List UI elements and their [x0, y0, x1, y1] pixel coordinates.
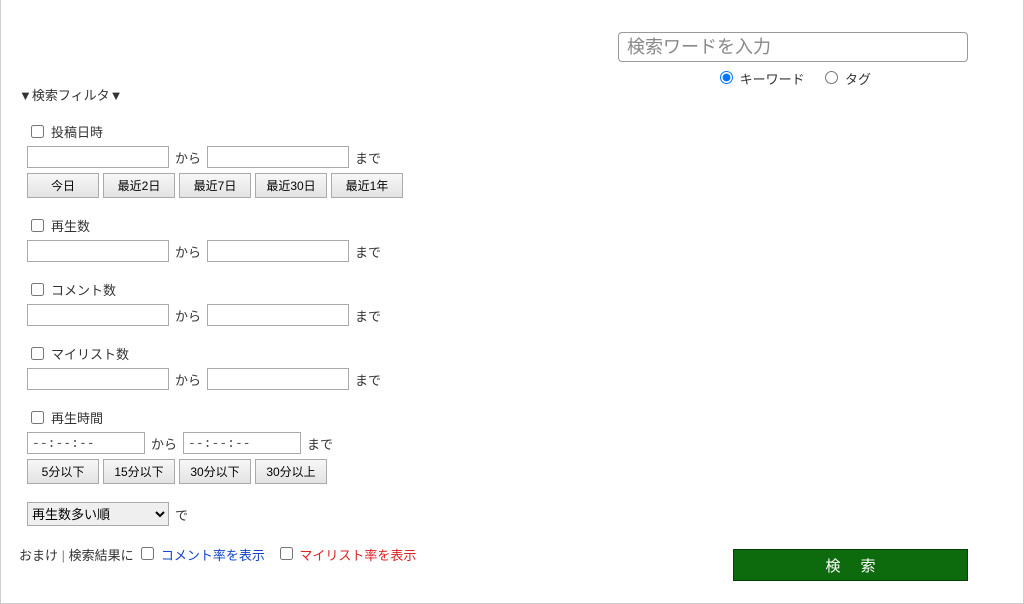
from-text: から: [151, 434, 177, 453]
sort-suffix: で: [175, 505, 188, 524]
quick-7days[interactable]: 最近7日: [179, 173, 251, 198]
duration-from[interactable]: [27, 432, 145, 454]
to-text: まで: [307, 434, 333, 453]
radio-tag-label[interactable]: タグ: [820, 72, 871, 87]
label-mylist-rate: マイリスト率を表示: [299, 548, 416, 563]
comments-from[interactable]: [27, 304, 169, 326]
quick-5min[interactable]: 5分以下: [27, 459, 99, 484]
group-comments: コメント数 から まで: [27, 280, 1005, 326]
sort-select[interactable]: 再生数多い順: [27, 502, 169, 526]
from-text: から: [175, 148, 201, 167]
quick-30plus[interactable]: 30分以上: [255, 459, 327, 484]
label-comment-rate: コメント率を表示: [161, 548, 265, 563]
chk-comments[interactable]: [31, 283, 44, 296]
chk-post-date[interactable]: [31, 125, 44, 138]
search-top: キーワード タグ: [618, 32, 968, 88]
quick-30min[interactable]: 30分以下: [179, 459, 251, 484]
radio-keyword-text: キーワード: [740, 72, 805, 87]
group-post-date: 投稿日時 から まで 今日 最近2日 最近7日 最近30日 最近1年: [27, 122, 1005, 198]
search-panel: キーワード タグ ▼検索フィルタ▼ 投稿日時 から まで 今日 最: [0, 0, 1024, 604]
filter-section: ▼検索フィルタ▼ 投稿日時 から まで 今日 最近2日 最近7日 最近30日 最…: [19, 85, 1005, 564]
quick-30days[interactable]: 最近30日: [255, 173, 327, 198]
group-duration: 再生時間 から まで 5分以下 15分以下 30分以下 30分以上: [27, 408, 1005, 484]
from-text: から: [175, 306, 201, 325]
to-text: まで: [355, 370, 381, 389]
duration-to[interactable]: [183, 432, 301, 454]
duration-quick-row: 5分以下 15分以下 30分以下 30分以上: [27, 459, 1005, 484]
from-text: から: [175, 242, 201, 261]
search-mode-row: キーワード タグ: [618, 68, 968, 88]
label-mylists: マイリスト数: [51, 344, 129, 363]
mylists-to[interactable]: [207, 368, 349, 390]
radio-tag-text: タグ: [845, 72, 871, 87]
post-date-from[interactable]: [27, 146, 169, 168]
chk-comment-rate[interactable]: [141, 547, 154, 560]
group-plays: 再生数 から まで: [27, 216, 1005, 262]
chk-duration[interactable]: [31, 411, 44, 424]
comments-to[interactable]: [207, 304, 349, 326]
extra-divider: |: [62, 548, 65, 563]
label-comments: コメント数: [51, 280, 116, 299]
group-sort: 再生数多い順 で: [27, 502, 1005, 526]
label-plays: 再生数: [51, 216, 90, 235]
label-duration: 再生時間: [51, 408, 103, 427]
radio-tag[interactable]: [825, 71, 838, 84]
extra-prefix: おまけ: [19, 548, 58, 563]
quick-today[interactable]: 今日: [27, 173, 99, 198]
plays-to[interactable]: [207, 240, 349, 262]
from-text: から: [175, 370, 201, 389]
post-date-quick-row: 今日 最近2日 最近7日 最近30日 最近1年: [27, 173, 1005, 198]
quick-2days[interactable]: 最近2日: [103, 173, 175, 198]
extra-results-in: 検索結果に: [69, 548, 134, 563]
quick-15min[interactable]: 15分以下: [103, 459, 175, 484]
search-input[interactable]: [618, 32, 968, 62]
label-post-date: 投稿日時: [51, 122, 103, 141]
radio-keyword[interactable]: [720, 71, 733, 84]
search-button[interactable]: 検索: [733, 549, 968, 581]
radio-keyword-label[interactable]: キーワード: [715, 72, 808, 87]
plays-from[interactable]: [27, 240, 169, 262]
to-text: まで: [355, 306, 381, 325]
chk-mylists[interactable]: [31, 347, 44, 360]
chk-plays[interactable]: [31, 219, 44, 232]
group-mylists: マイリスト数 から まで: [27, 344, 1005, 390]
post-date-to[interactable]: [207, 146, 349, 168]
to-text: まで: [355, 148, 381, 167]
quick-1year[interactable]: 最近1年: [331, 173, 403, 198]
mylists-from[interactable]: [27, 368, 169, 390]
to-text: まで: [355, 242, 381, 261]
chk-mylist-rate[interactable]: [280, 547, 293, 560]
